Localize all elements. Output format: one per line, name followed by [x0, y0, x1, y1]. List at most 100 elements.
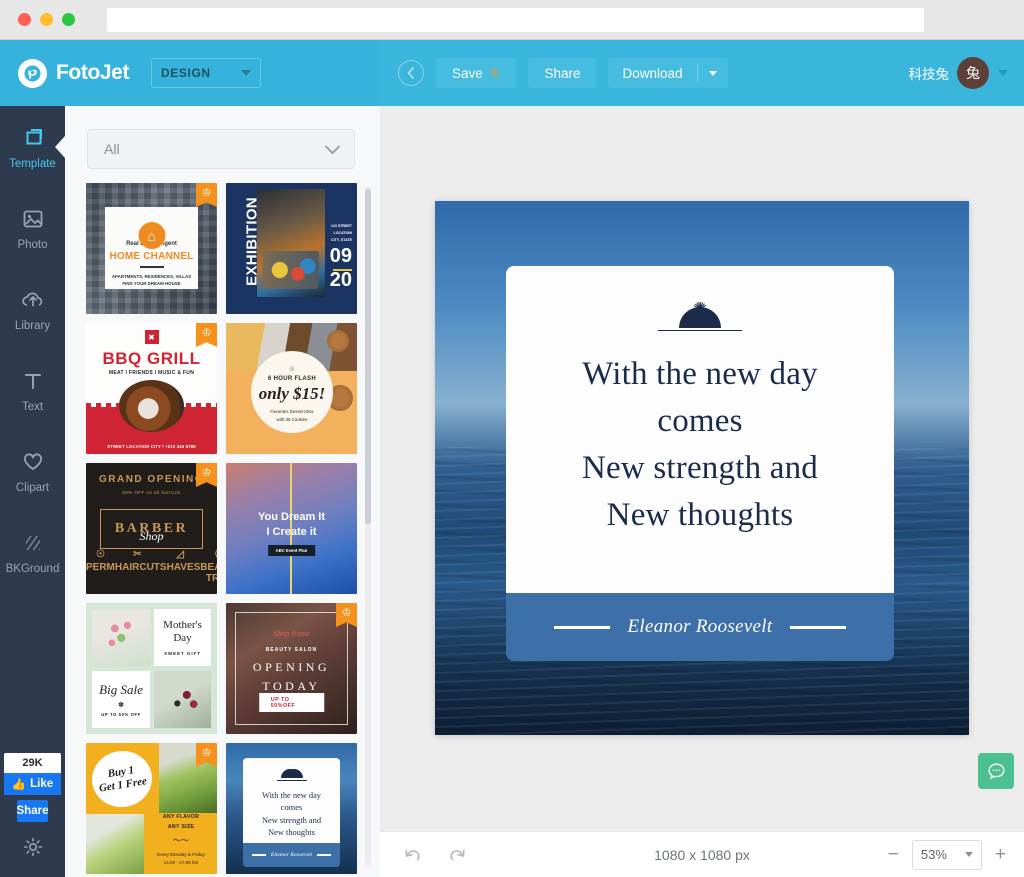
- star-icon: ✽: [118, 702, 124, 709]
- service-label: SHAVES: [159, 562, 201, 573]
- minimize-window-button[interactable]: [40, 13, 53, 26]
- utensils-icon: ✖: [144, 330, 159, 344]
- drink-photo: [86, 814, 144, 874]
- browser-chrome: [0, 0, 1024, 40]
- chat-support-button[interactable]: [978, 753, 1014, 789]
- sidebar-item-template[interactable]: Template: [0, 106, 65, 187]
- zoom-level-select[interactable]: 53%: [911, 839, 982, 870]
- brand-name: FotoJet: [56, 61, 130, 84]
- template-card-new-day-quote[interactable]: With the new day comes New strength and …: [226, 743, 357, 874]
- thumbs-up-icon: 👍: [11, 779, 27, 791]
- thumb-title: HOME CHANNEL: [109, 251, 194, 262]
- template-icon: [20, 123, 46, 153]
- fotojet-logo-icon: [18, 58, 47, 88]
- undo-arrow-icon: [405, 849, 420, 860]
- service-item: ♘ BEARD TRIM: [200, 549, 217, 586]
- template-scrollbar-track[interactable]: [365, 186, 371, 866]
- template-card-you-dream-it[interactable]: You Dream It I Create it ABC Event Plan: [226, 463, 357, 594]
- facebook-like-button[interactable]: 👍 Like: [4, 773, 61, 795]
- razor-icon: ◿: [176, 549, 184, 560]
- template-card-barber-shop[interactable]: GRAND OPENING 50% OFF on all haircuts BA…: [86, 463, 217, 594]
- design-menu-label: DESIGN: [161, 66, 211, 80]
- template-card-cookies-flash[interactable]: ☉ 6 HOUR FLASH only $15! Favorites Desse…: [226, 323, 357, 454]
- template-card-bbq-grill[interactable]: ✖ BBQ GRILL MEAT I FRIENDS I MUSIC & FUN…: [86, 323, 217, 454]
- sidebar-item-text[interactable]: Text: [0, 349, 65, 430]
- sunrise-icon: [280, 769, 303, 778]
- thumb-cta: UP TO 50%OFF: [258, 693, 325, 712]
- sidebar-item-clipart[interactable]: Clipart: [0, 430, 65, 511]
- design-menu-button[interactable]: DESIGN: [151, 58, 262, 88]
- quote-line-4: New thoughts: [606, 496, 794, 533]
- thumb-author: Eleanor Roosevelt: [270, 852, 313, 858]
- facebook-share-button[interactable]: Share: [16, 800, 49, 822]
- canvas-area[interactable]: With the new day comes New strength and …: [380, 106, 1024, 831]
- save-button[interactable]: Save ♔: [436, 58, 517, 88]
- template-card-beauty-salon[interactable]: Shop Name BEAUTY SALON OPENING TODAY UP …: [226, 603, 357, 734]
- close-window-button[interactable]: [18, 13, 31, 26]
- divider: [790, 625, 847, 629]
- thumb-shop-name: Shop Name: [273, 629, 310, 638]
- thumb-desc: Favorites Dessert Box with 36 Cookies: [270, 409, 314, 422]
- zoom-in-button[interactable]: +: [995, 845, 1006, 864]
- zoom-out-button[interactable]: −: [888, 845, 899, 864]
- heart-clipart-icon: [21, 447, 45, 477]
- thumb-kind: BEAUTY SALON: [265, 647, 318, 653]
- thumb-services: ☉ PERM ✂ HAIRCUT ◿ SHAVES ♘ BEARD TRIM: [86, 549, 217, 586]
- divider: [553, 625, 610, 629]
- thumb-address: 123 STREET LOCATION CITY, STATE: [330, 224, 352, 242]
- thumb-title: BBQ GRILL: [102, 349, 201, 368]
- settings-button[interactable]: [22, 836, 44, 863]
- template-scrollbar-thumb[interactable]: [365, 189, 371, 524]
- zoom-level-value: 53%: [920, 847, 947, 862]
- sunrise-icon: [658, 301, 742, 333]
- maximize-window-button[interactable]: [62, 13, 75, 26]
- window-traffic-lights: [18, 13, 75, 26]
- design-canvas[interactable]: With the new day comes New strength and …: [435, 201, 969, 735]
- rail-bottom-widgets: 29K 👍 Like Share: [0, 753, 65, 877]
- sidebar-item-library[interactable]: Library: [0, 268, 65, 349]
- thumb-quote: With the new day comes New strength and …: [261, 790, 322, 838]
- facebook-like-widget: 29K 👍 Like: [4, 753, 61, 795]
- template-card-mothers-day[interactable]: Mother's Day SWEET GIFT Big Sale ✽ UP TO…: [86, 603, 217, 734]
- download-dropdown-button[interactable]: [698, 70, 728, 76]
- redo-button[interactable]: [446, 846, 468, 864]
- template-card-real-estate[interactable]: ⌂ Real Estate Agent HOME CHANNEL APARTME…: [86, 183, 217, 314]
- template-card-exhibition[interactable]: EXHIBITION 123 STREET LOCATION CITY, STA…: [226, 183, 357, 314]
- gear-icon: [23, 837, 42, 857]
- thumb-line2: TODAY: [262, 679, 321, 693]
- undo-button[interactable]: [402, 846, 424, 864]
- save-label: Save: [452, 65, 483, 81]
- service-item: ☉ PERM: [86, 549, 115, 586]
- brand-logo[interactable]: FotoJet: [18, 58, 130, 88]
- house-badge-icon: ⌂: [138, 222, 165, 249]
- sidebar-item-photo[interactable]: Photo: [0, 187, 65, 268]
- share-label: Share: [544, 65, 581, 81]
- template-panel: All ⌂ Real Estate Agent HOME CHANNEL APA…: [65, 106, 380, 877]
- thumb-bubble: Buy 1 Get 1 Free: [87, 746, 157, 812]
- thumb-sale-title: Big Sale: [99, 682, 143, 697]
- quote-author-bar[interactable]: Eleanor Roosevelt: [506, 593, 894, 661]
- template-thumbnail: Mother's Day SWEET GIFT Big Sale ✽ UP TO…: [86, 603, 217, 734]
- share-button[interactable]: Share: [528, 58, 597, 88]
- quote-card[interactable]: With the new day comes New strength and …: [506, 266, 894, 593]
- download-button-group[interactable]: Download: [608, 58, 728, 88]
- thumb-title: Mother's Day: [163, 618, 202, 644]
- back-button[interactable]: [398, 60, 424, 86]
- background-icon: [21, 528, 45, 558]
- tool-rail: Template Photo Library Text Clipart BKGr…: [0, 106, 65, 877]
- template-card-buy-one-get-one[interactable]: Buy 1 Get 1 Free ANY FLAVOR ANY SIZE 〜〜 …: [86, 743, 217, 874]
- address-bar[interactable]: [107, 8, 924, 32]
- divider: [139, 266, 164, 268]
- template-filter-select[interactable]: All: [87, 129, 355, 169]
- thumb-sale: Big Sale ✽ UP TO 50% OFF: [92, 671, 150, 728]
- sidebar-item-bkground[interactable]: BKGround: [0, 511, 65, 592]
- bouquet-photo: [154, 671, 211, 728]
- text-icon: [22, 366, 44, 396]
- thumb-hours: Every Monday & Friday 13.00 - 17.00 hrs: [157, 851, 205, 866]
- user-menu[interactable]: 科技兔 兔: [909, 57, 1008, 89]
- template-list-scroll[interactable]: ⌂ Real Estate Agent HOME CHANNEL APARTME…: [65, 181, 380, 877]
- template-thumbnail: With the new day comes New strength and …: [226, 743, 357, 874]
- thumb-offer: 50% OFF on all haircuts: [122, 490, 181, 495]
- service-label: HAIRCUT: [114, 562, 160, 573]
- thumb-flavor: ANY FLAVOR ANY SIZE: [162, 814, 200, 831]
